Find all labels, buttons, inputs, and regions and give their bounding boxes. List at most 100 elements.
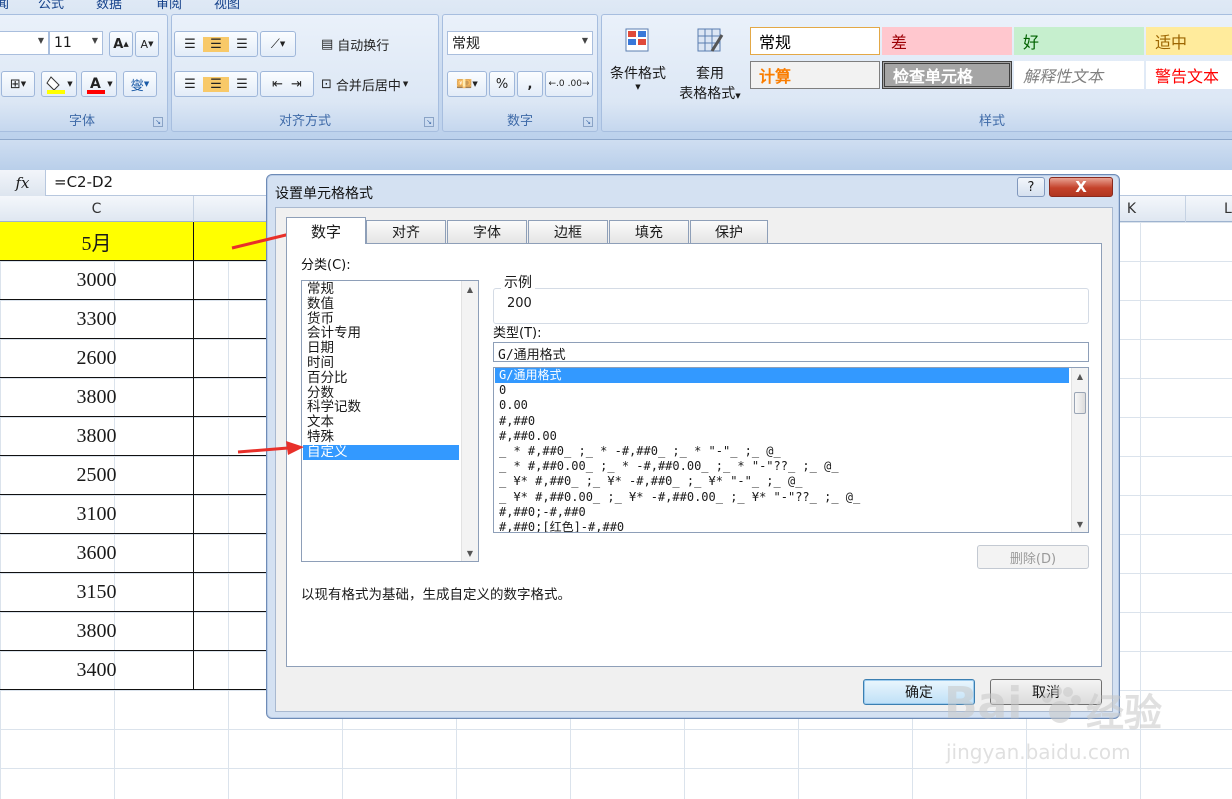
alignment-dialog-launcher[interactable]: ↘ bbox=[424, 117, 434, 127]
close-button[interactable]: X bbox=[1049, 177, 1113, 197]
category-item[interactable]: 会计专用 bbox=[303, 326, 459, 341]
data-cell[interactable]: 2600 bbox=[0, 339, 194, 378]
category-item[interactable]: 日期 bbox=[303, 341, 459, 356]
scroll-down-icon[interactable]: ▼ bbox=[462, 545, 478, 561]
category-item[interactable]: 文本 bbox=[303, 415, 459, 430]
orientation-button[interactable]: ⟋ ▼ bbox=[260, 31, 296, 57]
data-cell-d[interactable] bbox=[194, 378, 274, 417]
phonetic-button[interactable]: 燮 ▼ bbox=[123, 71, 157, 97]
category-item[interactable]: 时间 bbox=[303, 356, 459, 371]
column-header-c[interactable]: C bbox=[0, 196, 194, 222]
tab-fill[interactable]: 填充 bbox=[609, 220, 689, 243]
number-format-combo[interactable]: 常规 ▼ bbox=[447, 31, 593, 55]
fill-color-button[interactable]: ▼ bbox=[41, 71, 77, 97]
category-item[interactable]: 科学记数 bbox=[303, 400, 459, 415]
style-calculation[interactable]: 计算 bbox=[750, 61, 880, 89]
format-item[interactable]: _ * #,##0.00_ ;_ * -#,##0.00_ ;_ * "-"??… bbox=[495, 459, 1069, 474]
data-cell[interactable]: 3400 bbox=[0, 651, 194, 690]
format-item[interactable]: G/通用格式 bbox=[495, 368, 1069, 384]
data-cell-d[interactable] bbox=[194, 612, 274, 651]
menu-item-formulas[interactable]: 公式 bbox=[38, 0, 64, 12]
tab-font[interactable]: 字体 bbox=[447, 220, 527, 243]
tab-alignment[interactable]: 对齐 bbox=[366, 220, 446, 243]
indent-buttons[interactable]: ⇤ ⇥ bbox=[260, 71, 314, 97]
type-input[interactable]: G/通用格式 bbox=[493, 342, 1089, 363]
format-list[interactable]: G/通用格式 0 0.00 #,##0 #,##0.00 _ * #,##0_ ;_ * … bbox=[493, 367, 1089, 533]
formula-input[interactable]: =C2-D2 bbox=[54, 173, 113, 191]
format-item[interactable]: _ ¥* #,##0_ ;_ ¥* -#,##0_ ;_ ¥* "-"_ ;_ … bbox=[495, 474, 1069, 489]
menu-item-data[interactable]: 数据 bbox=[96, 0, 122, 12]
scroll-up-icon[interactable]: ▲ bbox=[462, 281, 478, 297]
data-cell[interactable]: 3100 bbox=[0, 495, 194, 534]
wrap-text-button[interactable]: ▤ 自动换行 bbox=[320, 31, 430, 57]
tab-number[interactable]: 数字 bbox=[286, 217, 366, 244]
data-cell[interactable]: 3800 bbox=[0, 378, 194, 417]
format-item[interactable]: _ ¥* #,##0.00_ ;_ ¥* -#,##0.00_ ;_ ¥* "-… bbox=[495, 490, 1069, 505]
header-cell[interactable]: 5月 bbox=[0, 222, 194, 261]
column-header-l[interactable]: L bbox=[1186, 196, 1232, 222]
font-color-button[interactable]: A ▼ bbox=[81, 71, 117, 97]
menu-item-review[interactable]: 审阅 bbox=[156, 0, 182, 12]
format-item[interactable]: #,##0.00 bbox=[495, 429, 1069, 444]
style-warning[interactable]: 警告文本 bbox=[1146, 61, 1232, 89]
vertical-align-buttons[interactable]: ☰ ☰ ☰ bbox=[174, 31, 258, 57]
category-item[interactable]: 百分比 bbox=[303, 371, 459, 386]
data-cell-d[interactable] bbox=[194, 651, 274, 690]
style-good[interactable]: 好 bbox=[1014, 27, 1144, 55]
style-bad[interactable]: 差 bbox=[882, 27, 1012, 55]
column-header-d[interactable] bbox=[194, 196, 274, 222]
category-item[interactable]: 自定义 bbox=[303, 444, 459, 460]
category-scrollbar[interactable]: ▲ ▼ bbox=[461, 281, 478, 561]
font-name-combo[interactable]: ▼ bbox=[0, 31, 49, 55]
format-item[interactable]: 0.00 bbox=[495, 398, 1069, 413]
currency-button[interactable]: 💴 ▼ bbox=[447, 71, 487, 97]
format-item[interactable]: #,##0 bbox=[495, 414, 1069, 429]
scroll-down-icon[interactable]: ▼ bbox=[1072, 516, 1088, 532]
data-cell-d[interactable] bbox=[194, 573, 274, 612]
percent-button[interactable]: % bbox=[489, 71, 515, 97]
font-dialog-launcher[interactable]: ↘ bbox=[153, 117, 163, 127]
data-cell-d[interactable] bbox=[194, 300, 274, 339]
scroll-thumb[interactable] bbox=[1074, 392, 1086, 414]
tab-border[interactable]: 边框 bbox=[528, 220, 608, 243]
data-cell[interactable]: 3150 bbox=[0, 573, 194, 612]
data-cell-d[interactable] bbox=[194, 456, 274, 495]
borders-button[interactable]: ⊞ ▼ bbox=[1, 71, 35, 97]
data-cell[interactable]: 2500 bbox=[0, 456, 194, 495]
style-explanatory[interactable]: 解释性文本 bbox=[1014, 61, 1144, 89]
style-neutral[interactable]: 适中 bbox=[1146, 27, 1232, 55]
grow-font-button[interactable]: A ▲ bbox=[109, 31, 133, 57]
tab-protection[interactable]: 保护 bbox=[690, 220, 768, 243]
style-normal[interactable]: 常规 bbox=[750, 27, 880, 55]
category-item[interactable]: 常规 bbox=[303, 282, 459, 297]
number-dialog-launcher[interactable]: ↘ bbox=[583, 117, 593, 127]
style-check-cell[interactable]: 检查单元格 bbox=[882, 61, 1012, 89]
help-button[interactable]: ? bbox=[1017, 177, 1045, 197]
font-size-combo[interactable]: 11 ▼ bbox=[49, 31, 103, 55]
menu-item[interactable]: 闻 bbox=[0, 0, 9, 12]
data-cell[interactable]: 3600 bbox=[0, 534, 194, 573]
delete-button[interactable]: 删除(D) bbox=[977, 545, 1089, 569]
comma-button[interactable]: , bbox=[517, 71, 543, 97]
data-cell-d[interactable] bbox=[194, 339, 274, 378]
fx-icon[interactable]: fx bbox=[0, 170, 46, 196]
format-scrollbar[interactable]: ▲ ▼ bbox=[1071, 368, 1088, 532]
shrink-font-button[interactable]: A ▼ bbox=[135, 31, 159, 57]
format-item[interactable]: 0 bbox=[495, 383, 1069, 398]
category-item[interactable]: 数值 bbox=[303, 297, 459, 312]
category-item[interactable]: 货币 bbox=[303, 312, 459, 327]
data-cell[interactable]: 3300 bbox=[0, 300, 194, 339]
format-as-table-button[interactable]: 套用 表格格式▼ bbox=[670, 23, 750, 109]
data-cell-d[interactable] bbox=[194, 534, 274, 573]
decimal-buttons[interactable]: ←.0.00→ bbox=[545, 71, 593, 97]
category-item[interactable]: 分数 bbox=[303, 386, 459, 401]
menu-item-view[interactable]: 视图 bbox=[214, 0, 240, 12]
data-cell-d[interactable] bbox=[194, 261, 274, 300]
merge-center-button[interactable]: ⊡ 合并后居中 ▼ bbox=[320, 71, 436, 97]
category-item[interactable]: 特殊 bbox=[303, 430, 459, 445]
category-list[interactable]: 常规 数值 货币 会计专用 日期 时间 百分比 分数 科学记数 文本 特殊 自定义 ▲ ▼ bbox=[301, 280, 479, 562]
data-cell[interactable]: 3800 bbox=[0, 417, 194, 456]
data-cell-d[interactable] bbox=[194, 495, 274, 534]
format-item[interactable]: _ * #,##0_ ;_ * -#,##0_ ;_ * "-"_ ;_ @_ bbox=[495, 444, 1069, 459]
conditional-format-button[interactable]: 条件格式 ▼ bbox=[606, 23, 670, 103]
